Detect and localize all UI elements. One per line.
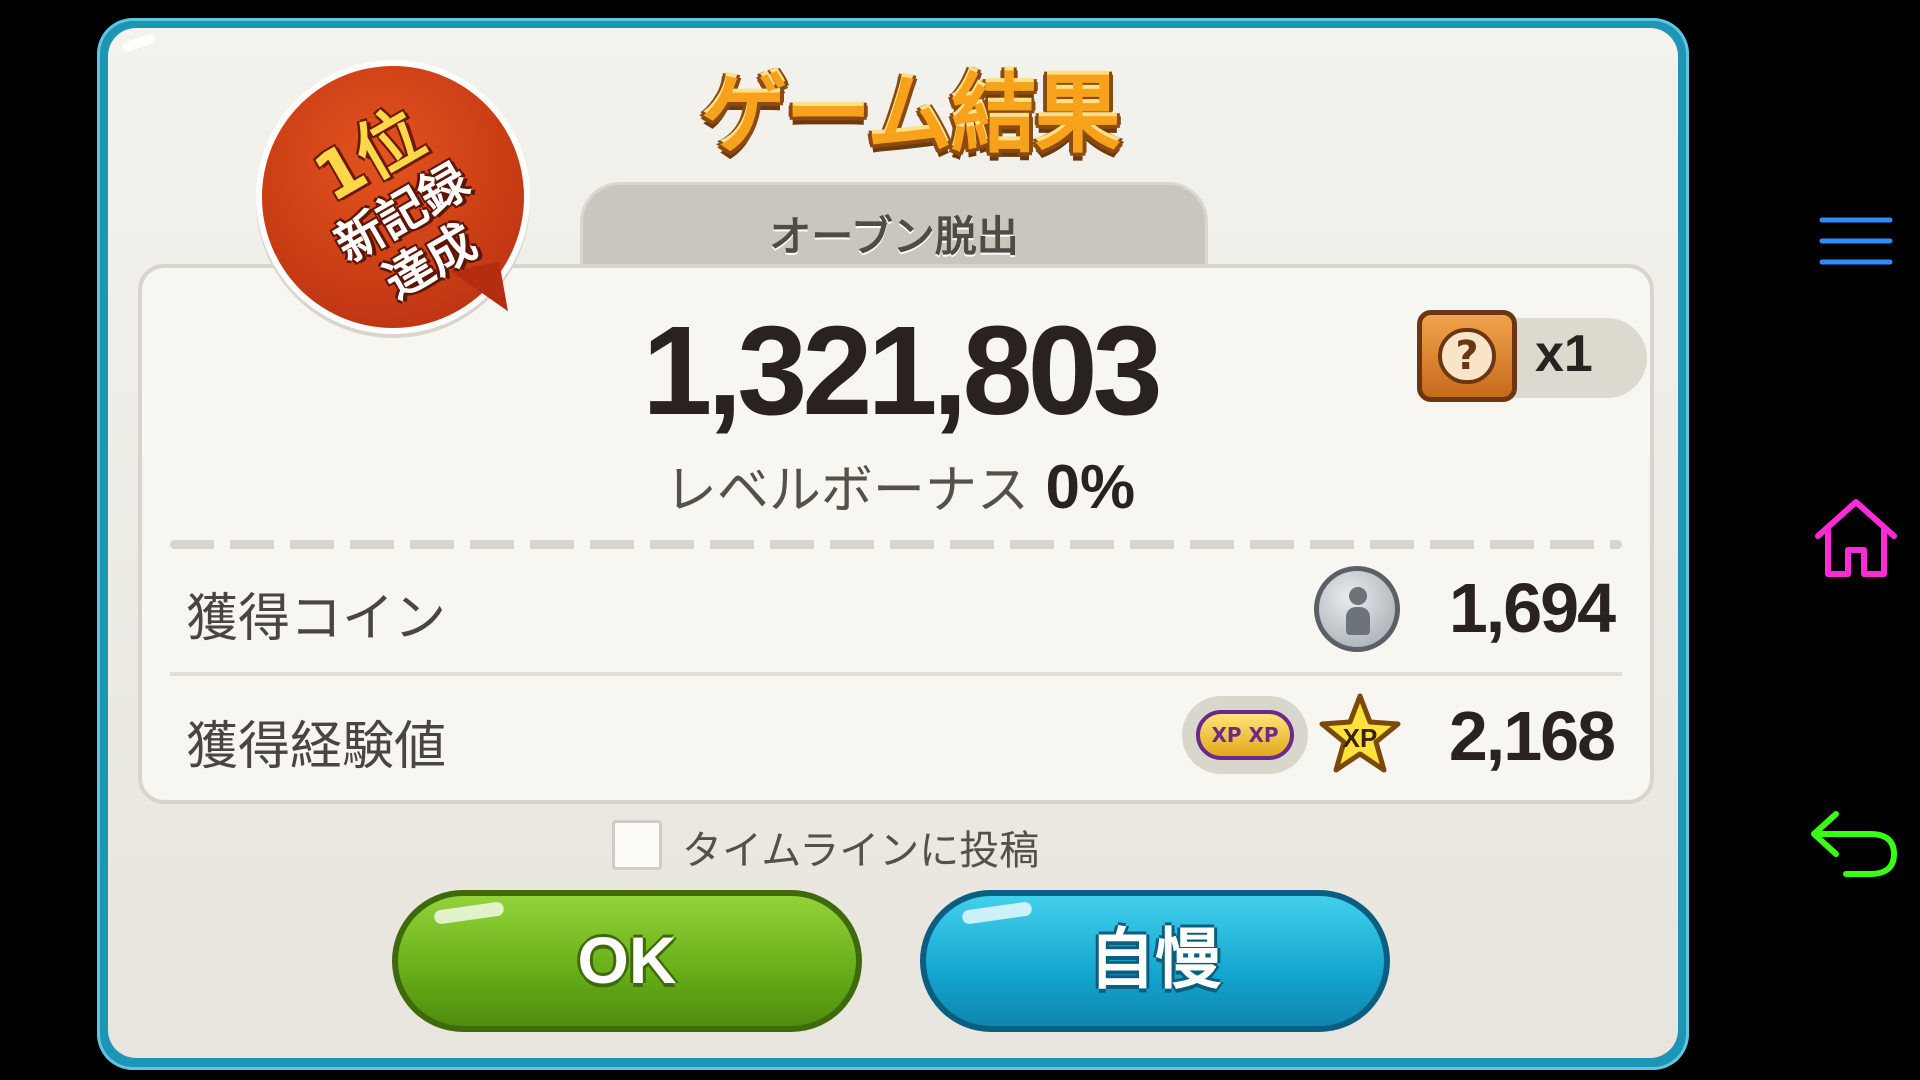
back-icon[interactable]	[1806, 804, 1900, 880]
mode-tab-label: オーブン脱出	[769, 212, 1019, 261]
ok-button[interactable]: OK	[392, 890, 862, 1032]
row-divider	[170, 672, 1622, 676]
dashed-divider	[170, 540, 1622, 549]
xp-star-text: XP	[1343, 723, 1378, 753]
mode-tab: オーブン脱出	[580, 182, 1208, 272]
home-icon[interactable]	[1810, 496, 1902, 580]
rank-badge-text: 1位 新記録 達成	[214, 18, 572, 376]
coin-figure-head	[1349, 587, 1367, 605]
item-reward: x1 ?	[1417, 310, 1647, 402]
menu-icon[interactable]	[1818, 214, 1894, 268]
timeline-checkbox[interactable]	[612, 820, 662, 870]
level-bonus: レベルボーナス 0%	[142, 448, 1658, 523]
coins-value: 1,694	[1448, 569, 1616, 647]
mystery-box-icon: ?	[1417, 310, 1517, 402]
xp-label: 獲得経験値	[186, 717, 447, 777]
boast-button[interactable]: 自慢	[920, 890, 1390, 1032]
xp-boost-text: XP XP	[1196, 710, 1294, 760]
item-quantity: x1	[1535, 325, 1593, 383]
silver-coin-icon	[1314, 566, 1400, 652]
level-bonus-label: レベルボーナス	[664, 461, 1029, 521]
coin-figure-body	[1346, 607, 1370, 635]
xp-value: 2,168	[1448, 697, 1616, 775]
timeline-checkbox-label[interactable]: タイムラインに投稿	[682, 818, 1039, 876]
coins-label: 獲得コイン	[186, 589, 447, 649]
rank-badge: 1位 新記録 達成	[262, 66, 524, 328]
xp-star-icon: XP	[1319, 693, 1401, 773]
xp-boost-icon: XP XP	[1182, 696, 1308, 774]
dialog-title: ゲーム結果	[701, 65, 1120, 165]
mystery-box-glyph: ?	[1438, 328, 1496, 384]
level-bonus-value: 0%	[1045, 453, 1136, 522]
